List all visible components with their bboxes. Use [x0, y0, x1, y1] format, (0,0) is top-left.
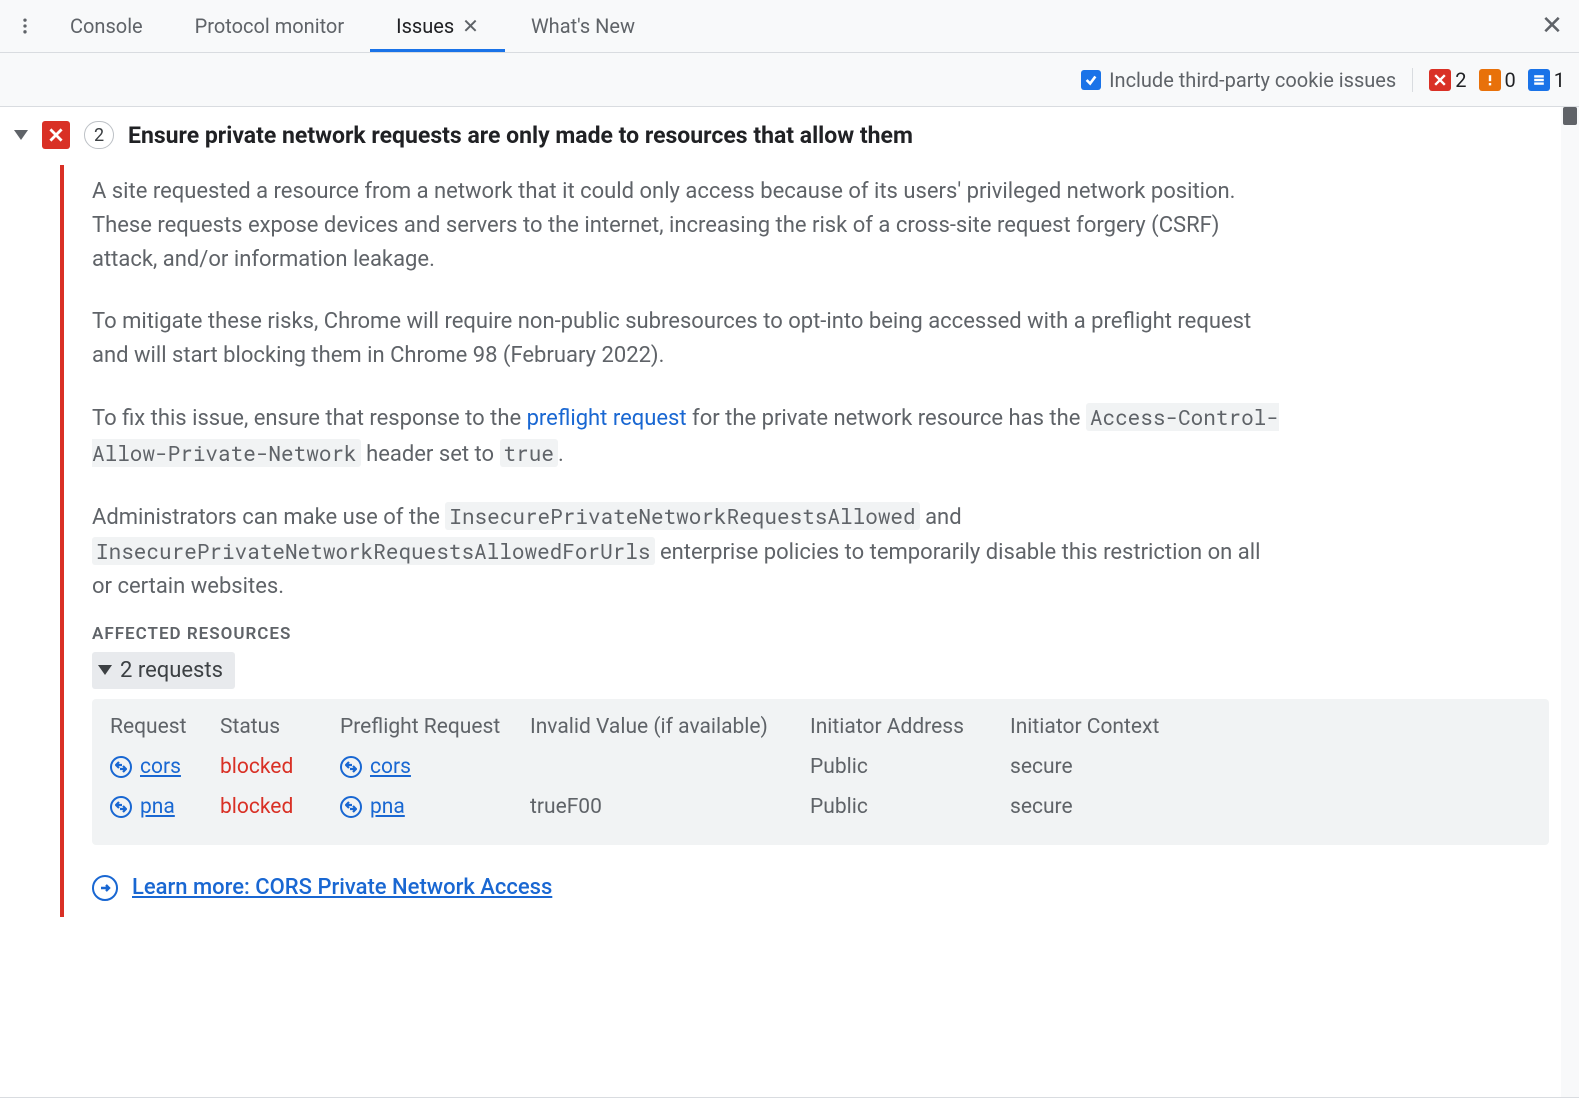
close-icon[interactable]: ✕ — [462, 14, 479, 38]
info-count: 1 — [1554, 68, 1565, 92]
col-preflight: Preflight Request — [340, 707, 530, 747]
tab-label: Protocol monitor — [195, 14, 344, 38]
info-icon — [1528, 69, 1550, 91]
affected-requests-table: Request Status Preflight Request Invalid… — [92, 699, 1549, 845]
col-invalid-value: Invalid Value (if available) — [530, 707, 810, 747]
vertical-scrollbar[interactable] — [1561, 107, 1579, 1098]
col-initiator-context: Initiator Context — [1010, 707, 1535, 747]
issues-panel: 2 Ensure private network requests are on… — [0, 107, 1579, 947]
disclosure-triangle-icon[interactable] — [14, 130, 28, 140]
warning-count: 0 — [1505, 68, 1516, 92]
issues-toolbar: Include third-party cookie issues 2 0 1 — [0, 53, 1579, 107]
request-name: cors — [140, 755, 181, 779]
issue-paragraph: Administrators can make use of the Insec… — [92, 500, 1282, 604]
text-fragment: Administrators can make use of the — [92, 505, 445, 530]
table-header-row: Request Status Preflight Request Invalid… — [110, 707, 1535, 747]
error-count: 2 — [1455, 68, 1466, 92]
tab-whats-new[interactable]: What's New — [505, 0, 661, 52]
issue-paragraph: A site requested a resource from a netwo… — [92, 175, 1282, 277]
request-icon — [110, 796, 132, 818]
requests-summary-label: 2 requests — [120, 658, 223, 683]
scrollbar-thumb[interactable] — [1563, 107, 1577, 125]
col-request: Request — [110, 707, 220, 747]
text-fragment: for the private network resource has the — [687, 406, 1086, 431]
issue-count-badges: 2 0 1 — [1429, 68, 1565, 92]
separator — [1412, 68, 1413, 92]
status-cell: blocked — [220, 787, 340, 827]
request-icon — [110, 756, 132, 778]
tab-label: What's New — [531, 14, 635, 38]
tab-issues[interactable]: Issues ✕ — [370, 0, 505, 52]
request-icon — [340, 756, 362, 778]
checkbox-label: Include third-party cookie issues — [1109, 68, 1396, 92]
issue-title: Ensure private network requests are only… — [128, 122, 913, 149]
code-policy-name: InsecurePrivateNetworkRequestsAllowed — [445, 502, 919, 530]
status-cell: blocked — [220, 747, 340, 787]
panel-tabbar: Console Protocol monitor Issues ✕ What's… — [0, 0, 1579, 53]
error-icon — [1429, 69, 1451, 91]
issue-details: A site requested a resource from a netwo… — [60, 165, 1563, 917]
checkbox-checked-icon — [1081, 70, 1101, 90]
page-error-icon — [42, 121, 70, 149]
initiator-context-cell: secure — [1010, 747, 1535, 787]
request-link[interactable]: pna — [110, 795, 175, 819]
request-name: pna — [140, 795, 175, 819]
arrow-right-circle-icon — [92, 875, 118, 901]
tab-label: Issues — [396, 14, 454, 38]
learn-more-row: Learn more: CORS Private Network Access — [92, 875, 1549, 901]
error-badge[interactable]: 2 — [1429, 68, 1466, 92]
preflight-name: pna — [370, 795, 405, 819]
initiator-address-cell: Public — [810, 787, 1010, 827]
request-icon — [340, 796, 362, 818]
requests-summary-toggle[interactable]: 2 requests — [92, 652, 235, 689]
code-policy-name: InsecurePrivateNetworkRequestsAllowedFor… — [92, 537, 655, 565]
preflight-name: cors — [370, 755, 411, 779]
text-fragment: To fix this issue, ensure that response … — [92, 406, 527, 431]
issue-occurrence-count: 2 — [84, 121, 114, 149]
tab-protocol-monitor[interactable]: Protocol monitor — [169, 0, 370, 52]
disclosure-triangle-icon — [98, 665, 112, 675]
issue-paragraph: To mitigate these risks, Chrome will req… — [92, 305, 1282, 373]
learn-more-link[interactable]: Learn more: CORS Private Network Access — [132, 875, 552, 900]
text-fragment: and — [920, 505, 962, 530]
preflight-link[interactable]: cors — [340, 755, 411, 779]
affected-resources-heading: AFFECTED RESOURCES — [92, 624, 1549, 644]
request-link[interactable]: cors — [110, 755, 181, 779]
text-fragment: . — [558, 442, 564, 467]
col-initiator-address: Initiator Address — [810, 707, 1010, 747]
tab-label: Console — [70, 14, 143, 38]
tab-console[interactable]: Console — [44, 0, 169, 52]
kebab-menu-icon[interactable] — [6, 0, 44, 52]
preflight-request-link[interactable]: preflight request — [527, 406, 687, 431]
invalid-value-cell — [530, 747, 810, 787]
text-fragment: header set to — [361, 442, 500, 467]
initiator-context-cell: secure — [1010, 787, 1535, 827]
info-badge[interactable]: 1 — [1528, 68, 1565, 92]
col-status: Status — [220, 707, 340, 747]
preflight-link[interactable]: pna — [340, 795, 405, 819]
table-row: cors blocked cors — [110, 747, 1535, 787]
tabs-container: Console Protocol monitor Issues ✕ What's… — [44, 0, 661, 52]
code-header-value: true — [500, 439, 558, 467]
invalid-value-cell: trueF00 — [530, 787, 810, 827]
warning-icon — [1479, 69, 1501, 91]
issue-paragraph: To fix this issue, ensure that response … — [92, 401, 1282, 471]
warning-badge[interactable]: 0 — [1479, 68, 1516, 92]
include-third-party-checkbox[interactable]: Include third-party cookie issues — [1081, 68, 1396, 92]
table-row: pna blocked pna trueF00 — [110, 787, 1535, 827]
issue-header-row[interactable]: 2 Ensure private network requests are on… — [10, 121, 1563, 149]
close-panel-icon[interactable]: ✕ — [1525, 0, 1579, 52]
initiator-address-cell: Public — [810, 747, 1010, 787]
